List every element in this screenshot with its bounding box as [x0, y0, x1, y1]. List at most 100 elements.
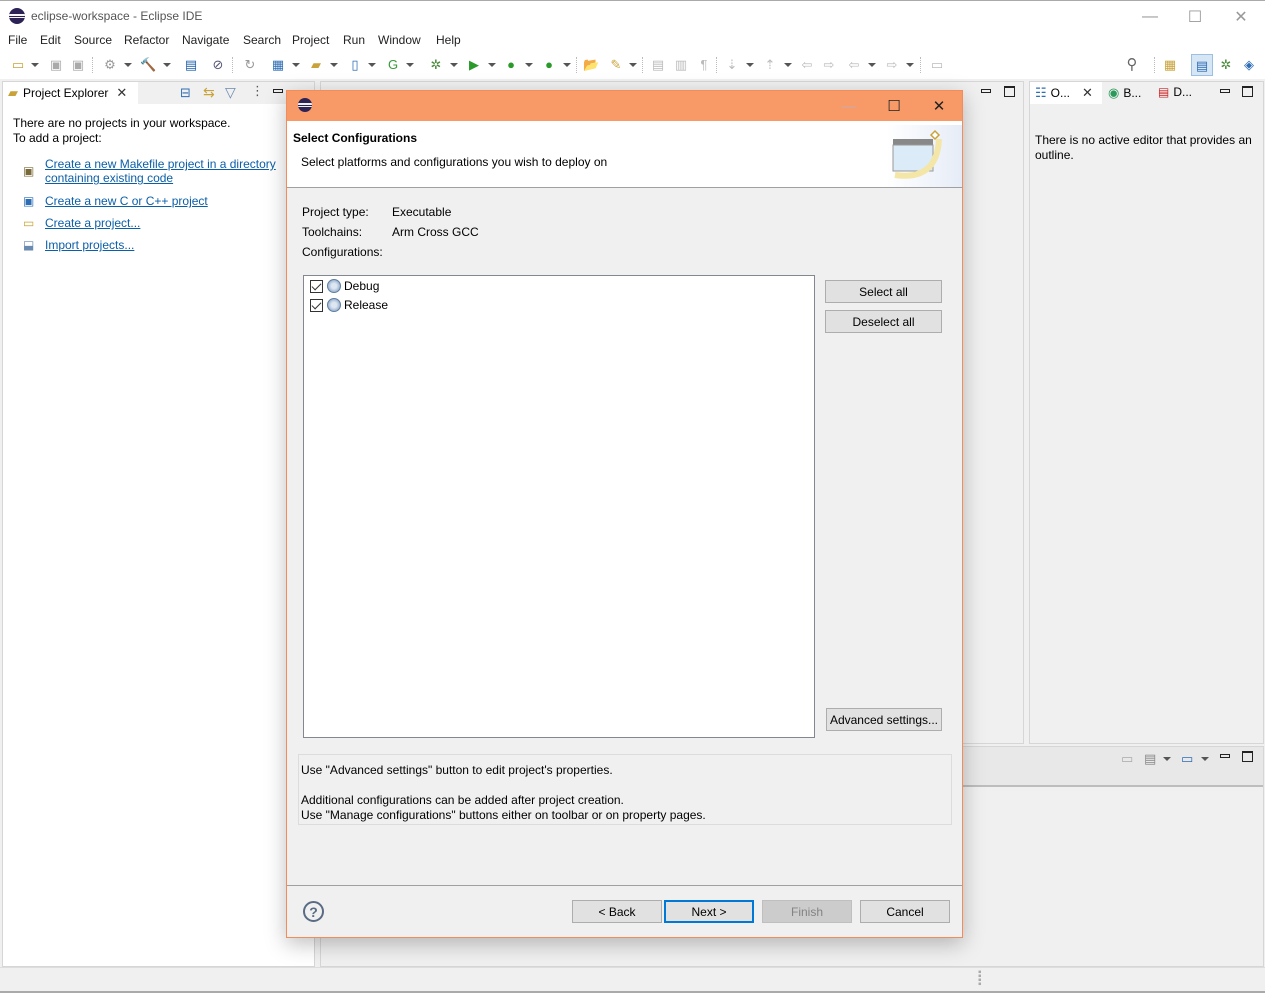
dialog-close-button[interactable]: ✕ [916, 91, 962, 121]
debug-dropdown[interactable] [450, 63, 458, 67]
menu-run[interactable]: Run [343, 33, 365, 47]
prev-annotation-dropdown[interactable] [784, 63, 792, 67]
forward-icon[interactable]: ⇨ [884, 57, 900, 73]
menu-help[interactable]: Help [436, 33, 461, 47]
view-menu-icon[interactable]: ⋮ [251, 83, 264, 99]
config-row-release[interactable]: Release [310, 296, 388, 314]
toggle-mark-icon[interactable]: ▤ [650, 57, 666, 73]
open-type-icon[interactable]: 📂 [583, 57, 599, 73]
coverage-dropdown[interactable] [525, 63, 533, 67]
refresh-icon[interactable]: ↻ [242, 57, 258, 73]
search-flashlight-icon[interactable]: ✎ [608, 57, 624, 73]
help-icon[interactable]: ? [303, 901, 324, 922]
open-perspective-icon[interactable]: ▦ [1162, 57, 1178, 73]
maximize-button[interactable]: ☐ [1172, 1, 1218, 32]
open-console-dropdown[interactable] [1201, 757, 1209, 761]
forward-dropdown[interactable] [906, 63, 914, 67]
import-projects-link[interactable]: Import projects... [45, 238, 134, 252]
deselect-all-button[interactable]: Deselect all [825, 310, 942, 333]
debug-perspective-icon[interactable]: ✲ [1218, 57, 1234, 73]
create-c-project-link[interactable]: Create a new C or C++ project [45, 194, 208, 208]
terminal-icon[interactable]: ▤ [183, 57, 199, 73]
new-dropdown[interactable] [31, 63, 39, 67]
source-folder-dropdown[interactable] [330, 63, 338, 67]
debug-checkbox[interactable] [310, 279, 323, 293]
create-project-link[interactable]: Create a project... [45, 216, 140, 230]
show-whitespace-icon[interactable]: ¶ [696, 57, 712, 73]
menu-window[interactable]: Window [378, 33, 421, 47]
display-console-dropdown[interactable] [1163, 757, 1171, 761]
configurations-list[interactable]: Debug Release [303, 275, 815, 738]
config-row-debug[interactable]: Debug [310, 277, 379, 295]
open-console-icon[interactable]: ▭ [1181, 751, 1193, 767]
cancel-button[interactable]: Cancel [860, 900, 950, 923]
pin-console-icon[interactable]: ▭ [1121, 751, 1133, 767]
maximize-view-button[interactable] [1242, 751, 1253, 762]
tab-outline[interactable]: ☷ O... ✕ [1030, 82, 1102, 104]
source-file-dropdown[interactable] [368, 63, 376, 67]
minimize-view-button[interactable] [1220, 754, 1230, 758]
debug-icon[interactable]: ✲ [428, 57, 444, 73]
tab-build-targets[interactable]: ◉ B... [1108, 85, 1141, 101]
git-perspective-icon[interactable]: ◈ [1241, 57, 1257, 73]
tab-documents[interactable]: ▤ D... [1158, 85, 1192, 99]
menu-refactor[interactable]: Refactor [124, 33, 169, 47]
run-icon[interactable]: ▶ [466, 57, 482, 73]
prev-annotation-icon[interactable]: ⇡ [762, 57, 778, 73]
save-icon[interactable]: ▣ [48, 57, 64, 73]
new-source-file-icon[interactable]: ▯ [347, 57, 363, 73]
filter-icon[interactable]: ▽ [225, 84, 236, 101]
build-config-dropdown[interactable] [124, 63, 132, 67]
skip-breakpoints-icon[interactable]: ⊘ [210, 57, 226, 73]
menu-navigate[interactable]: Navigate [182, 33, 229, 47]
dialog-minimize-button[interactable]: — [826, 91, 872, 121]
dialog-maximize-button[interactable]: ☐ [871, 91, 917, 121]
build-config-icon[interactable]: ⚙ [102, 57, 118, 73]
new-source-folder-icon[interactable]: ▰ [308, 57, 324, 73]
close-button[interactable]: ✕ [1218, 1, 1264, 32]
run-dropdown[interactable] [488, 63, 496, 67]
save-all-icon[interactable]: ▣ [70, 57, 86, 73]
c-project-icon[interactable]: ▦ [270, 57, 286, 73]
minimize-button[interactable]: — [1127, 1, 1173, 32]
search-dropdown[interactable] [629, 63, 637, 67]
pin-editor-icon[interactable]: ▭ [929, 57, 945, 73]
external-tools-dropdown[interactable] [563, 63, 571, 67]
menu-project[interactable]: Project [292, 33, 329, 47]
last-edit-forward-icon[interactable]: ⇨ [821, 57, 837, 73]
next-button[interactable]: Next > [664, 900, 754, 923]
maximize-editor-button[interactable] [1004, 86, 1015, 97]
select-all-button[interactable]: Select all [825, 280, 942, 303]
minimize-view-button[interactable] [1220, 89, 1230, 93]
search-icon[interactable]: ⚲ [1124, 57, 1140, 73]
collapse-all-icon[interactable]: ⊟ [180, 85, 191, 101]
new-icon[interactable]: ▭ [10, 57, 26, 73]
menu-source[interactable]: Source [74, 33, 112, 47]
c-perspective-icon[interactable]: ▤ [1191, 54, 1213, 76]
status-bar-handle[interactable]: ▪ ▪ ▪ ▪ [978, 968, 982, 990]
create-makefile-project-link[interactable]: Create a new Makefile project in a direc… [45, 157, 276, 185]
minimize-editor-button[interactable] [981, 89, 991, 93]
display-console-icon[interactable]: ▤ [1144, 751, 1156, 767]
release-checkbox[interactable] [310, 298, 323, 312]
tab-project-explorer[interactable]: ▰ Project Explorer ✕ [3, 82, 138, 104]
new-class-icon[interactable]: G [385, 57, 401, 73]
advanced-settings-button[interactable]: Advanced settings... [826, 708, 942, 731]
class-dropdown[interactable] [406, 63, 414, 67]
dialog-titlebar[interactable]: — ☐ ✕ [287, 91, 962, 121]
last-edit-back-icon[interactable]: ⇦ [799, 57, 815, 73]
external-tools-icon[interactable]: ● [541, 57, 557, 73]
back-icon[interactable]: ⇦ [846, 57, 862, 73]
close-tab-icon[interactable]: ✕ [116, 85, 127, 101]
build-dropdown[interactable] [163, 63, 171, 67]
back-button[interactable]: < Back [572, 900, 662, 923]
next-annotation-dropdown[interactable] [746, 63, 754, 67]
close-tab-icon[interactable]: ✕ [1082, 85, 1093, 101]
link-with-editor-icon[interactable]: ⇆ [203, 84, 215, 101]
block-select-icon[interactable]: ▥ [673, 57, 689, 73]
menu-search[interactable]: Search [243, 33, 281, 47]
coverage-icon[interactable]: ● [503, 57, 519, 73]
c-project-dropdown[interactable] [292, 63, 300, 67]
build-icon[interactable]: 🔨 [140, 57, 156, 73]
menu-file[interactable]: File [8, 33, 27, 47]
